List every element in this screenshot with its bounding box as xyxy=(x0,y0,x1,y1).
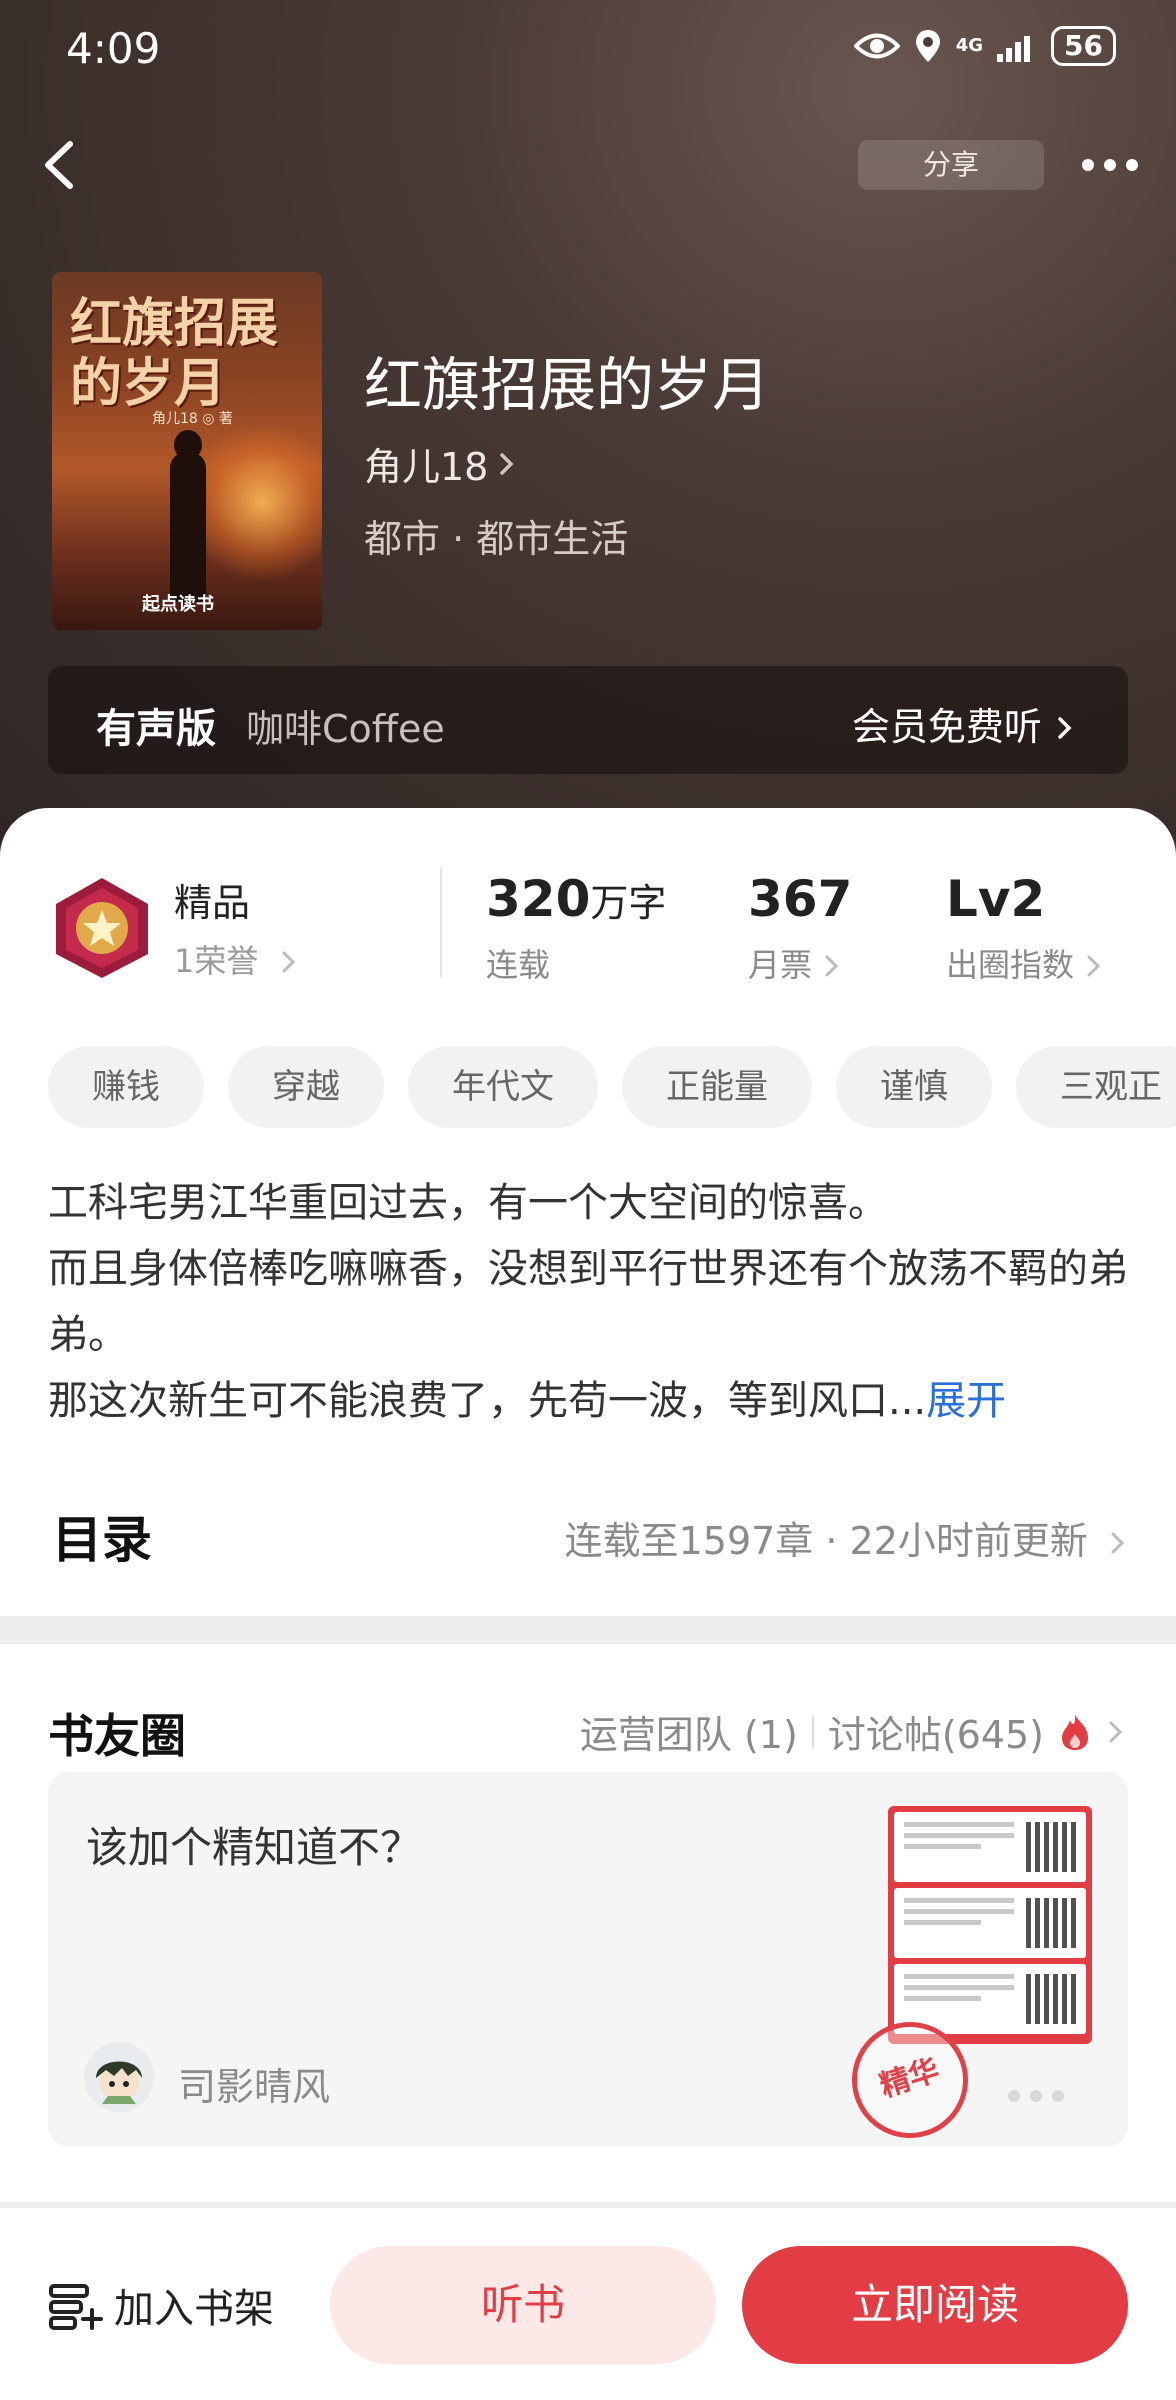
post-author[interactable]: 司影晴风 xyxy=(178,2056,330,2111)
dot-icon xyxy=(1082,159,1094,171)
honor-count: 1荣誉 xyxy=(174,942,259,980)
premium-badge-icon xyxy=(56,878,148,978)
influence-index-label: 出圈指数 xyxy=(946,946,1075,984)
status-icons: 4G 56 xyxy=(853,26,1116,66)
eye-icon xyxy=(853,33,900,59)
battery-indicator: 56 xyxy=(1051,26,1116,66)
back-button[interactable] xyxy=(30,130,90,200)
featured-post[interactable]: 该加个精知道不？ 司影晴风 精华 xyxy=(48,1772,1128,2146)
signal-icon xyxy=(997,36,1031,62)
chevron-left-icon xyxy=(45,141,73,189)
add-to-shelf-button[interactable]: 加入书架 xyxy=(48,2260,274,2350)
stat-influence-index[interactable]: Lv2 出圈指数 xyxy=(946,870,1104,986)
chevron-right-icon xyxy=(1087,955,1101,977)
audio-version-label: 有声版 xyxy=(96,706,216,752)
author-name: 角儿18 xyxy=(364,445,489,489)
carousel-dot xyxy=(1030,2090,1042,2102)
book-circle-card: 书友圈 运营团队 (1) 讨论帖(645) 该加个精知道不？ 司影晴风 精华 xyxy=(0,1644,1176,2202)
share-button[interactable]: 分享 xyxy=(858,140,1044,190)
post-text: 该加个精知道不？ xyxy=(86,1823,423,1872)
listen-button[interactable]: 听书 xyxy=(330,2246,716,2364)
book-cover[interactable]: 红旗招展的岁月 角儿18 ◎ 著 起点读书 xyxy=(52,272,322,630)
divider xyxy=(811,1714,814,1749)
word-count-label: 连载 xyxy=(486,946,551,984)
word-count-unit: 万字 xyxy=(590,881,667,925)
tag-chip[interactable]: 穿越 xyxy=(228,1046,384,1128)
tag-chip[interactable]: 赚钱 xyxy=(48,1046,204,1128)
tag-chip[interactable]: 年代文 xyxy=(408,1046,598,1128)
honor-link[interactable]: 1荣誉 xyxy=(174,936,299,982)
operations-team: 运营团队 (1) xyxy=(579,1713,798,1757)
status-bar: 4:09 4G 56 xyxy=(0,0,1176,100)
bottom-action-bar: 加入书架 听书 立即阅读 xyxy=(0,2208,1176,2400)
book-circle-title[interactable]: 书友圈 xyxy=(48,1700,186,1766)
carousel-dots xyxy=(1008,2090,1064,2102)
status-time: 4:09 xyxy=(66,24,161,73)
user-avatar-icon xyxy=(96,2061,142,2104)
synopsis: 工科宅男江华重回过去，有一个大空间的惊喜。 而且身体倍棒吃嘛嘛香，没想到平行世界… xyxy=(48,1170,1128,1434)
divider xyxy=(440,868,442,978)
tag-chip[interactable]: 谨慎 xyxy=(836,1046,992,1128)
chevron-right-icon xyxy=(1109,1721,1123,1742)
stat-word-count: 320万字 连载 xyxy=(486,870,666,986)
chevron-right-icon xyxy=(1058,717,1072,739)
chevron-right-icon xyxy=(825,955,839,977)
expand-link[interactable]: 展开 xyxy=(926,1378,1006,1424)
influence-index-value: Lv2 xyxy=(946,870,1046,928)
cover-figure xyxy=(170,452,206,602)
stat-monthly-tickets[interactable]: 367 月票 xyxy=(748,870,852,986)
cover-author: 角儿18 ◎ 著 xyxy=(152,411,233,427)
tag-chip[interactable]: 正能量 xyxy=(622,1046,812,1128)
cover-publisher: 起点读书 xyxy=(142,594,214,615)
discussion-count: 讨论帖(645) xyxy=(827,1713,1044,1757)
bookshelf-add-icon xyxy=(49,2284,103,2330)
toc-title[interactable]: 目录 xyxy=(52,1500,152,1572)
member-free-listen[interactable]: 会员免费听 xyxy=(852,696,1076,751)
audio-version-bar[interactable]: 有声版 咖啡Coffee 会员免费听 xyxy=(48,666,1128,774)
read-now-button[interactable]: 立即阅读 xyxy=(742,2246,1128,2364)
monthly-tickets-label: 月票 xyxy=(748,946,813,984)
ticket-thumbnail xyxy=(894,1812,1086,1882)
monthly-tickets-value: 367 xyxy=(748,870,853,928)
network-type: 4G xyxy=(955,35,984,56)
audio-narrator: 咖啡Coffee xyxy=(246,707,445,751)
book-genre: 都市 · 都市生活 xyxy=(364,517,629,561)
tag-chip[interactable]: 三观正 xyxy=(1016,1046,1176,1128)
dot-icon xyxy=(1126,159,1138,171)
book-info-card: 精品 1荣誉 320万字 连载 367 月票 Lv2 出圈指数 赚钱 穿越 年代… xyxy=(0,808,1176,1616)
synopsis-line: 工科宅男江华重回过去，有一个大空间的惊喜。 xyxy=(48,1180,888,1226)
member-free-label: 会员免费听 xyxy=(851,705,1042,749)
synopsis-line: 那这次新生可不能浪费了，先苟一波，等到风口... xyxy=(48,1378,927,1424)
synopsis-line: 而且身体倍棒吃嘛嘛香，没想到平行世界还有个放荡不羁的弟弟。 xyxy=(48,1246,1128,1358)
book-hero-header: 4:09 4G 56 分享 红旗招展的岁月 角儿18 ◎ 著 起点读书 红旗招展… xyxy=(0,0,1176,880)
book-circle-meta[interactable]: 运营团队 (1) 讨论帖(645) xyxy=(580,1704,1126,1759)
location-icon xyxy=(915,30,940,62)
dot-icon xyxy=(1104,159,1116,171)
chevron-right-icon xyxy=(500,452,514,475)
post-image[interactable] xyxy=(888,1806,1092,2044)
avatar[interactable] xyxy=(84,2042,154,2112)
more-options-button[interactable] xyxy=(1070,140,1150,190)
ticket-thumbnail xyxy=(894,1888,1086,1958)
author-link[interactable]: 角儿18 xyxy=(364,436,518,491)
honor-label: 精品 xyxy=(174,881,251,925)
carousel-dot xyxy=(1008,2090,1020,2102)
cover-title: 红旗招展的岁月 xyxy=(70,293,279,414)
chevron-right-icon xyxy=(1111,1532,1125,1554)
toc-update-info: 连载至1597章 · 22小时前更新 xyxy=(564,1519,1088,1563)
toc-link[interactable]: 连载至1597章 · 22小时前更新 xyxy=(565,1510,1128,1565)
tag-list: 赚钱 穿越 年代文 正能量 谨慎 三观正 xyxy=(48,1046,1176,1128)
add-to-shelf-label: 加入书架 xyxy=(114,2286,274,2332)
carousel-dot xyxy=(1052,2090,1064,2102)
word-count-value: 320 xyxy=(486,870,591,928)
fire-icon xyxy=(1062,1713,1088,1750)
book-title: 红旗招展的岁月 xyxy=(364,351,771,419)
chevron-right-icon xyxy=(282,951,295,973)
